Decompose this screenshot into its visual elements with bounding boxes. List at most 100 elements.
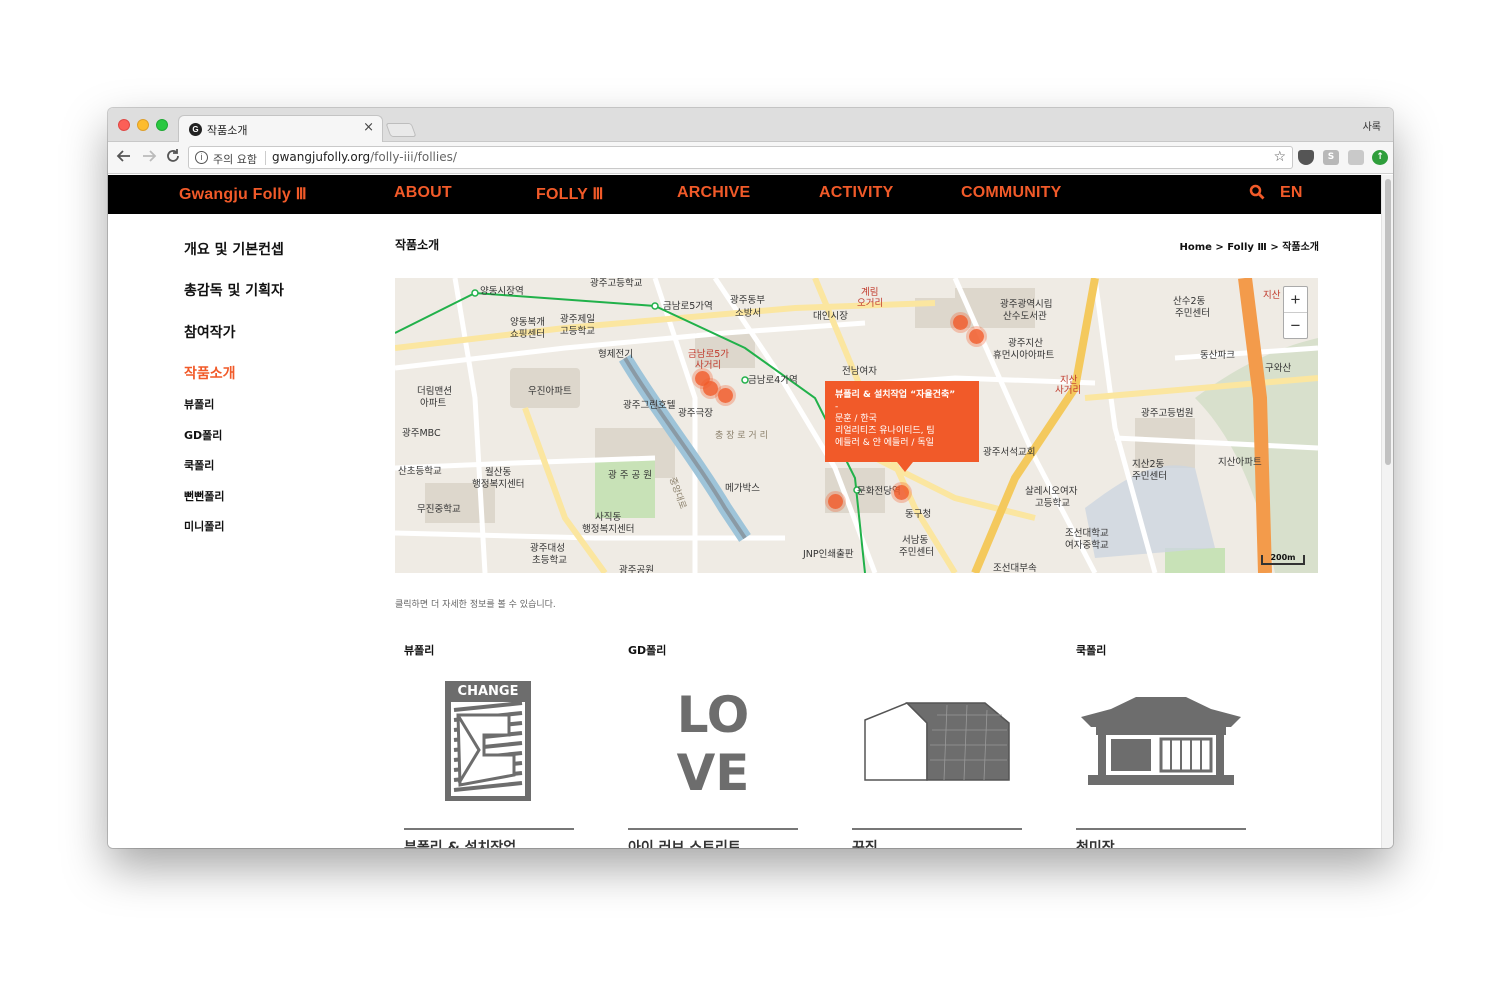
map-label: 광주제일 <box>560 314 595 325</box>
map-label: 주민센터 <box>1132 471 1167 482</box>
map-label: 쇼핑센터 <box>510 329 545 340</box>
map-label: 광주지산 <box>1008 338 1043 349</box>
profile-name[interactable]: 사록 <box>1363 118 1381 133</box>
sidebar-item-gd-folly[interactable]: GD폴리 <box>184 427 222 443</box>
nav-activity[interactable]: ACTIVITY <box>819 184 894 202</box>
map-label: 주민센터 <box>899 547 934 558</box>
tab-strip: G 작품소개 × 사록 <box>108 108 1393 143</box>
search-icon[interactable] <box>1249 184 1265 205</box>
url-text[interactable]: gwangjufolly.org/folly-iii/follies/ <box>272 150 457 164</box>
address-bar[interactable]: i 주의 요함 gwangjufolly.org/folly-iii/folli… <box>188 146 1293 169</box>
map-marker[interactable] <box>703 381 718 396</box>
map-label: 광주공원 <box>619 565 654 573</box>
map-marker[interactable] <box>718 388 733 403</box>
folly-card-image[interactable] <box>852 675 1022 805</box>
map-label: 금남로4가역 <box>748 375 798 386</box>
site-logo[interactable]: Gwangju Folly Ⅲ <box>179 184 307 204</box>
svg-text:CHANGE: CHANGE <box>458 684 519 699</box>
sidebar-item-overview[interactable]: 개요 및 기본컨셉 <box>184 239 284 259</box>
map-label: 지산아파트 <box>1218 457 1262 468</box>
folly-card-image[interactable] <box>1076 675 1246 805</box>
map-marker[interactable] <box>969 329 984 344</box>
scrollbar-thumb[interactable] <box>1385 179 1391 465</box>
map-marker[interactable] <box>953 315 968 330</box>
map-label: 산수2동 <box>1173 296 1206 307</box>
close-window-button[interactable] <box>118 119 130 131</box>
card-divider <box>1076 828 1246 830</box>
green-extension-icon[interactable]: ↑ <box>1372 150 1388 165</box>
card-title[interactable]: 아이 러브 스트리트 <box>628 837 741 848</box>
language-switch[interactable]: EN <box>1280 184 1303 202</box>
new-tab-button[interactable] <box>385 123 417 137</box>
map-label: 산초등학교 <box>398 466 442 477</box>
url-host: gwangjufolly.org <box>272 150 371 164</box>
map-label: 초등학교 <box>532 555 567 566</box>
card-title[interactable]: 꾸짐 <box>852 837 878 848</box>
map-label: 고등학교 <box>1035 498 1070 509</box>
popup-pointer <box>897 462 913 472</box>
zoom-out-button[interactable]: − <box>1284 313 1307 339</box>
security-label[interactable]: 주의 요함 <box>213 151 257 167</box>
sidebar-item-works[interactable]: 작품소개 <box>184 363 236 383</box>
map-label: 금남로5가 <box>688 349 730 360</box>
map-label: 소방서 <box>735 308 762 319</box>
map-label: 아파트 <box>420 398 447 409</box>
map-label: 메가박스 <box>725 483 760 494</box>
map-label: 광주서석교회 <box>983 447 1036 458</box>
popup-dash: - <box>835 402 839 412</box>
location-map[interactable]: 광주고등학교 양동시장역 양동복개 쇼핑센터 광주제일 고등학교 금남로5가역 … <box>395 278 1318 573</box>
category-label: GD폴리 <box>628 644 667 657</box>
card-divider <box>628 828 798 830</box>
sidebar-item-view-folly[interactable]: 뷰폴리 <box>184 396 214 412</box>
map-label: 무진중학교 <box>417 504 461 515</box>
s-extension-icon[interactable]: S <box>1323 150 1339 165</box>
sidebar-item-mini-folly[interactable]: 미니폴리 <box>184 518 224 534</box>
nav-folly[interactable]: FOLLY Ⅲ <box>536 184 604 204</box>
card-title[interactable]: 천미장 <box>1076 837 1115 848</box>
nav-community[interactable]: COMMUNITY <box>961 184 1061 202</box>
sidebar-item-bold-folly[interactable]: 뻔뻔폴리 <box>184 488 224 504</box>
svg-text:VE: VE <box>677 744 750 802</box>
page-scrollbar[interactable] <box>1381 175 1393 848</box>
folly-card-image[interactable]: CHANGE <box>404 675 574 805</box>
tab-close-icon[interactable]: × <box>363 120 374 135</box>
nav-about[interactable]: ABOUT <box>394 184 452 202</box>
url-path: /folly-iii/follies/ <box>370 150 457 164</box>
map-hint-text: 클릭하면 더 자세한 정보를 볼 수 있습니다. <box>395 600 556 610</box>
map-label: 여자중학교 <box>1065 540 1109 551</box>
map-marker[interactable] <box>828 494 843 509</box>
pocket-extension-icon[interactable] <box>1298 150 1314 165</box>
map-label: 주민센터 <box>1175 308 1210 319</box>
bookmark-star-icon[interactable]: ☆ <box>1273 149 1286 165</box>
map-label: 동구청 <box>905 509 932 520</box>
card-title[interactable]: 뷰폴리 & 설치작업 <box>404 837 516 848</box>
folly-card-image[interactable]: LO VE <box>628 675 798 805</box>
change-icon: CHANGE <box>445 681 531 801</box>
breadcrumb[interactable]: Home > Folly Ⅲ > 작품소개 <box>1179 238 1319 253</box>
minimize-window-button[interactable] <box>137 119 149 131</box>
reload-icon[interactable] <box>165 148 181 168</box>
map-label: 구와산 <box>1265 363 1292 374</box>
zoom-in-button[interactable]: + <box>1284 287 1307 313</box>
map-label: 양동시장역 <box>480 286 524 297</box>
browser-tab[interactable]: G 작품소개 × <box>178 115 383 143</box>
map-label: 양동복개 <box>510 317 545 328</box>
map-marker[interactable] <box>894 485 909 500</box>
sidebar-item-cook-folly[interactable]: 쿡폴리 <box>184 457 214 473</box>
forward-icon[interactable] <box>141 148 157 168</box>
web-page: Gwangju Folly Ⅲ ABOUT FOLLY Ⅲ ARCHIVE AC… <box>108 175 1381 848</box>
back-icon[interactable] <box>116 148 132 168</box>
map-label: 행정복지센터 <box>582 524 635 535</box>
house-icon <box>864 702 1010 781</box>
svg-text:LO: LO <box>677 686 750 744</box>
map-label: 충 장 로 거 리 <box>715 431 768 441</box>
map-label: 광주MBC <box>402 428 441 439</box>
map-label: 광주고등법원 <box>1141 408 1194 419</box>
gray-extension-icon[interactable] <box>1348 150 1364 165</box>
map-popup[interactable]: 뷰폴리 & 설치작업 “자율건축” - 문훈 / 한국 리얼리티즈 유나이티드,… <box>825 381 979 472</box>
nav-archive[interactable]: ARCHIVE <box>677 184 750 202</box>
sidebar-item-artists[interactable]: 참여작가 <box>184 322 236 342</box>
sidebar-item-director[interactable]: 총감독 및 기획자 <box>184 280 284 300</box>
info-icon[interactable]: i <box>195 151 208 164</box>
zoom-window-button[interactable] <box>156 119 168 131</box>
